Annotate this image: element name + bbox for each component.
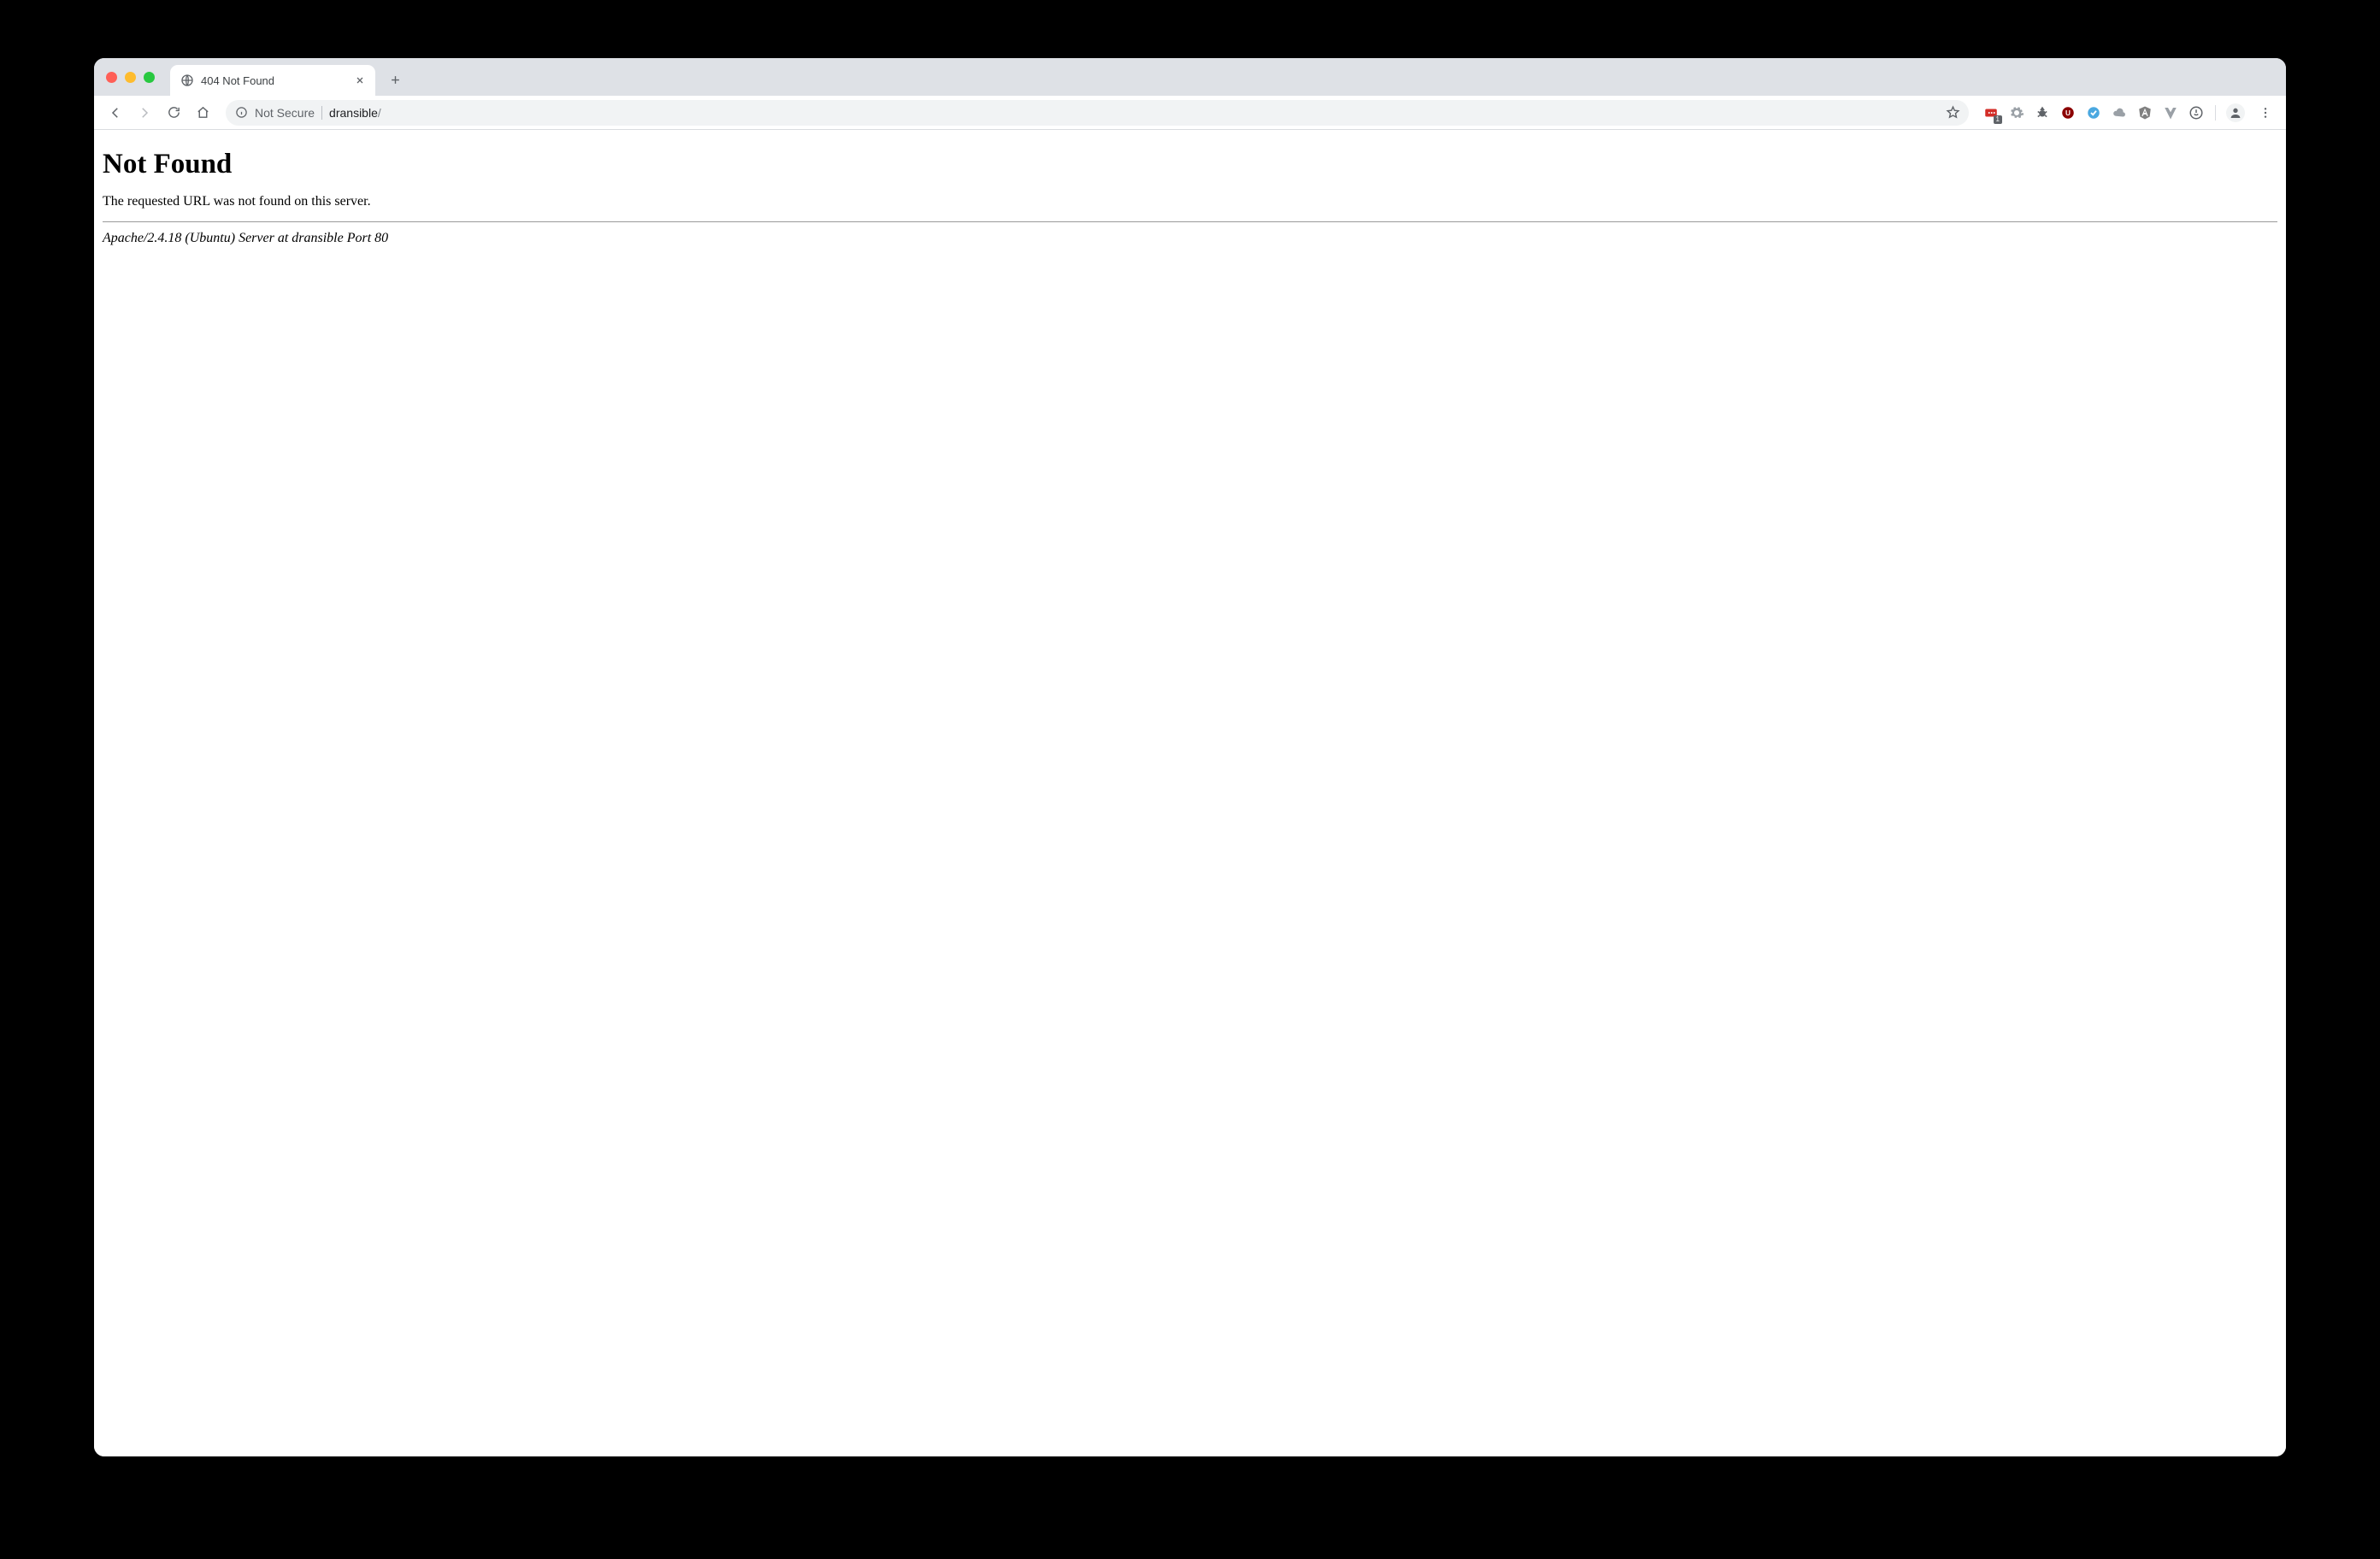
reload-button[interactable] <box>161 100 186 126</box>
extensions-row: 1 U <box>1979 101 2277 125</box>
address-bar[interactable]: Not Secure dransible/ <box>226 100 1969 126</box>
extension-gear-icon[interactable] <box>2008 104 2025 121</box>
svg-text:U: U <box>2065 109 2071 117</box>
security-label: Not Secure <box>255 106 315 120</box>
tab-close-button[interactable] <box>353 74 367 87</box>
forward-button[interactable] <box>132 100 157 126</box>
tab-title: 404 Not Found <box>201 74 346 87</box>
extension-check-icon[interactable] <box>2085 104 2102 121</box>
url-text: dransible/ <box>329 106 381 120</box>
window-controls <box>106 58 170 96</box>
site-info-icon[interactable] <box>234 106 248 120</box>
new-tab-button[interactable] <box>382 67 408 92</box>
browser-tab[interactable]: 404 Not Found <box>170 65 375 96</box>
extension-power-icon[interactable] <box>2188 104 2205 121</box>
error-message: The requested URL was not found on this … <box>103 194 2277 209</box>
page-content: Not Found The requested URL was not foun… <box>94 130 2286 1456</box>
home-button[interactable] <box>190 100 215 126</box>
toolbar-separator <box>2215 105 2216 121</box>
tab-strip: 404 Not Found <box>94 58 2286 96</box>
server-signature: Apache/2.4.18 (Ubuntu) Server at dransib… <box>103 231 2277 246</box>
window-minimize-button[interactable] <box>125 72 136 83</box>
extension-cloud-icon[interactable] <box>2111 104 2128 121</box>
window-fullscreen-button[interactable] <box>144 72 155 83</box>
globe-icon <box>180 74 194 87</box>
back-button[interactable] <box>103 100 128 126</box>
extension-badge: 1 <box>1994 115 2002 124</box>
content-divider <box>103 221 2277 222</box>
extension-angular-icon[interactable] <box>2136 104 2153 121</box>
bookmark-star-icon[interactable] <box>1945 105 1960 121</box>
url-host: dransible <box>329 106 378 120</box>
extension-bug-icon[interactable] <box>2034 104 2051 121</box>
extension-lastpass-icon[interactable]: 1 <box>1982 104 2000 121</box>
extension-ublock-icon[interactable]: U <box>2059 104 2077 121</box>
extension-vue-icon[interactable] <box>2162 104 2179 121</box>
window-close-button[interactable] <box>106 72 117 83</box>
browser-window: 404 Not Found <box>94 58 2286 1456</box>
url-path: / <box>378 106 381 120</box>
error-heading: Not Found <box>103 149 2277 180</box>
address-divider <box>321 106 322 120</box>
toolbar: Not Secure dransible/ 1 <box>94 96 2286 130</box>
profile-avatar[interactable] <box>2226 103 2245 122</box>
chrome-menu-button[interactable] <box>2253 101 2277 125</box>
